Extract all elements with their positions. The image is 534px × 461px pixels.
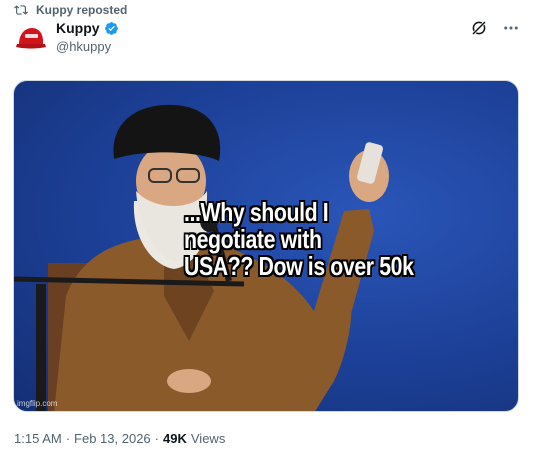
repost-label: Kuppy reposted xyxy=(36,3,128,17)
top-actions xyxy=(470,19,520,37)
author-handle[interactable]: @hkuppy xyxy=(56,39,111,54)
more-icon[interactable] xyxy=(502,19,520,37)
separator: · xyxy=(65,431,71,446)
watermark: imgflip.com xyxy=(17,399,58,408)
repost-icon xyxy=(14,5,28,15)
avatar[interactable] xyxy=(14,22,48,56)
meme-caption: ...Why should I negotiate with USA?? Dow… xyxy=(184,197,414,281)
repost-indicator[interactable]: Kuppy reposted xyxy=(14,2,127,18)
separator: · xyxy=(154,431,160,446)
meme-line: ...Why should I xyxy=(184,197,329,227)
author-name[interactable]: Kuppy xyxy=(56,20,100,36)
author-name-row[interactable]: Kuppy xyxy=(56,20,119,36)
views-count[interactable]: 49K xyxy=(163,431,187,446)
meme-line: USA?? Dow is over 50k xyxy=(184,251,414,281)
verified-badge-icon xyxy=(104,21,118,35)
post-image[interactable]: ...Why should I negotiate with USA?? Dow… xyxy=(13,80,519,412)
grok-icon[interactable] xyxy=(470,19,488,37)
views-label: Views xyxy=(190,431,226,446)
post-meta: 1:15 AM · Feb 13, 2026 · 49K Views xyxy=(14,431,225,446)
post-time[interactable]: 1:15 AM xyxy=(14,431,62,446)
meme-line: negotiate with xyxy=(184,224,322,254)
red-cap-icon xyxy=(16,28,46,49)
post-date[interactable]: Feb 13, 2026 xyxy=(74,431,151,446)
